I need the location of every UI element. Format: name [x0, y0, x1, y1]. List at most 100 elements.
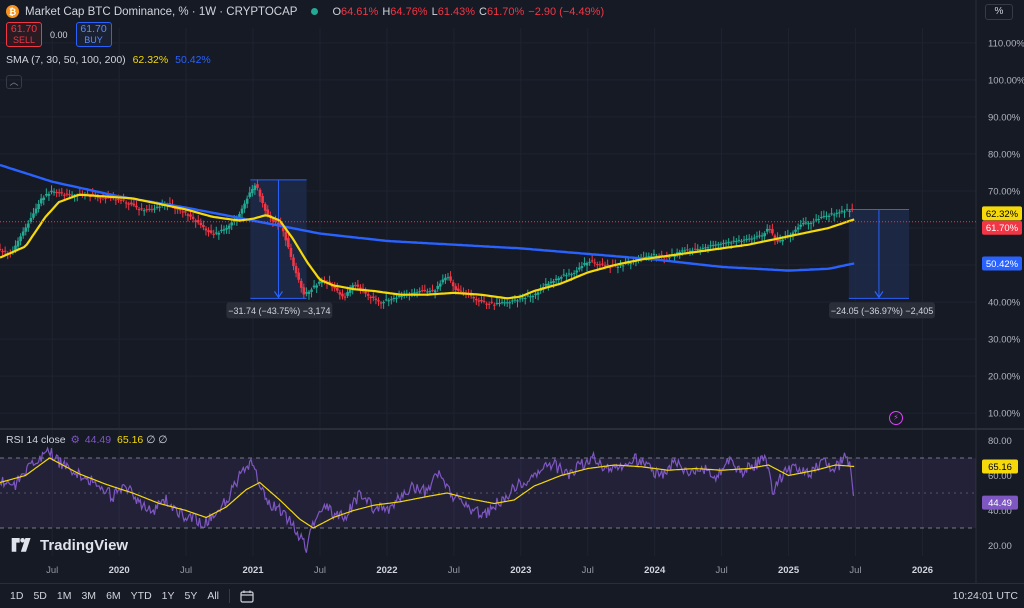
- range-button-5d[interactable]: 5D: [33, 590, 46, 602]
- time-axis-label: Jul: [849, 565, 861, 576]
- sma-value-short: 62.32%: [132, 54, 169, 66]
- candle: [562, 274, 566, 276]
- candle: [312, 285, 316, 288]
- candle: [387, 300, 391, 302]
- candle: [745, 239, 748, 241]
- candle: [317, 281, 321, 284]
- candle: [423, 289, 427, 291]
- price-chart[interactable]: −31.74 (−43.75%) −3,174 −24.05 (−36.97%) …: [0, 0, 1024, 608]
- candle: [554, 278, 558, 281]
- candle: [832, 214, 836, 216]
- sma-legend[interactable]: SMA (7, 30, 50, 100, 200) 62.32% 50.42%: [6, 54, 211, 66]
- candle: [310, 289, 313, 292]
- sma-long-line[interactable]: [0, 163, 855, 272]
- candle: [24, 227, 28, 232]
- price-axis-label: 30.00%: [988, 335, 1021, 346]
- candle: [397, 296, 401, 298]
- ohlc-value: 61.70%: [486, 5, 525, 18]
- range-button-1y[interactable]: 1Y: [162, 590, 175, 602]
- candle: [3, 250, 7, 252]
- candle: [395, 297, 398, 299]
- candle: [451, 282, 455, 287]
- candle: [400, 295, 403, 297]
- range-button-3m[interactable]: 3M: [81, 590, 96, 602]
- candle: [513, 299, 517, 301]
- candle: [117, 198, 120, 200]
- candle: [292, 257, 295, 267]
- bottom-toolbar: 1D 5D 1M 3M 6M YTD 1Y 5Y All 10:24:01 UTC: [0, 583, 1024, 608]
- candle: [518, 298, 522, 300]
- candle: [181, 211, 185, 213]
- tradingview-logo-icon: [11, 537, 31, 552]
- ohlc-value: 64.76%: [390, 5, 428, 18]
- candle: [415, 292, 419, 294]
- range-button-1m[interactable]: 1M: [57, 590, 72, 602]
- candle: [781, 239, 784, 242]
- candle: [243, 203, 246, 209]
- candle: [719, 243, 723, 245]
- chevron-up-icon[interactable]: ︿: [6, 75, 22, 89]
- candle: [354, 285, 357, 287]
- sell-button[interactable]: 61.70 SELL: [6, 22, 42, 47]
- candle: [454, 286, 458, 291]
- candle: [593, 262, 597, 264]
- range-button-6m[interactable]: 6M: [106, 590, 121, 602]
- symbol-header: ₿ Market Cap BTC Dominance, % · 1W · CRY…: [6, 5, 608, 18]
- candle: [253, 185, 257, 191]
- candle: [822, 216, 826, 218]
- candle: [65, 193, 69, 195]
- candle: [722, 242, 725, 244]
- candle: [1, 251, 4, 253]
- candle: [840, 210, 844, 212]
- candle: [536, 292, 540, 295]
- candle: [487, 303, 491, 305]
- candle: [809, 222, 813, 224]
- range-button-ytd[interactable]: YTD: [131, 590, 152, 602]
- candle: [204, 228, 208, 231]
- rsi-indicator-icon: ⚙: [70, 434, 80, 446]
- candle: [256, 184, 259, 188]
- candle: [19, 236, 22, 242]
- candle: [544, 283, 548, 286]
- candle: [148, 208, 151, 210]
- lightning-icon[interactable]: ⚡: [889, 411, 903, 425]
- candle: [16, 240, 20, 247]
- rsi-extra-values: ∅ ∅: [146, 434, 168, 446]
- buy-button[interactable]: 61.70 BUY: [75, 22, 112, 47]
- ohlc-value: 64.61%: [341, 5, 379, 18]
- range-button-5y[interactable]: 5Y: [185, 590, 198, 602]
- candle: [701, 247, 705, 249]
- rsi-tag-label: 65.16: [988, 462, 1012, 473]
- candle: [706, 247, 710, 249]
- candle: [305, 292, 308, 294]
- candle: [570, 274, 573, 276]
- candle: [338, 292, 342, 295]
- candle: [420, 290, 424, 292]
- rsi-legend[interactable]: RSI 14 close ⚙ 44.49 65.16 ∅ ∅: [6, 434, 167, 446]
- candle: [145, 209, 149, 211]
- range-button-1d[interactable]: 1D: [10, 590, 23, 602]
- candle: [472, 297, 476, 299]
- utc-clock[interactable]: 10:24:01 UTC: [953, 590, 1018, 602]
- time-axis-label: 2026: [912, 565, 933, 576]
- percent-scale-button[interactable]: %: [985, 4, 1013, 20]
- symbol-title[interactable]: Market Cap BTC Dominance, % · 1W · CRYPT…: [25, 6, 297, 18]
- candle: [511, 300, 514, 302]
- candle: [209, 230, 213, 233]
- candle: [456, 288, 460, 291]
- time-axis-label: Jul: [716, 565, 728, 576]
- candle: [575, 270, 579, 273]
- candle: [843, 211, 846, 213]
- calendar-icon[interactable]: [240, 590, 254, 603]
- range-button-all[interactable]: All: [207, 590, 219, 602]
- candle: [32, 213, 35, 218]
- candle: [616, 266, 620, 268]
- candle: [735, 241, 738, 243]
- sell-price: 61.70: [10, 23, 38, 35]
- rsi-ma-value: 65.16: [117, 434, 144, 446]
- candle: [547, 283, 550, 286]
- candle: [801, 223, 805, 225]
- candle: [137, 209, 141, 211]
- candle: [572, 272, 576, 274]
- time-axis-label: Jul: [448, 565, 460, 576]
